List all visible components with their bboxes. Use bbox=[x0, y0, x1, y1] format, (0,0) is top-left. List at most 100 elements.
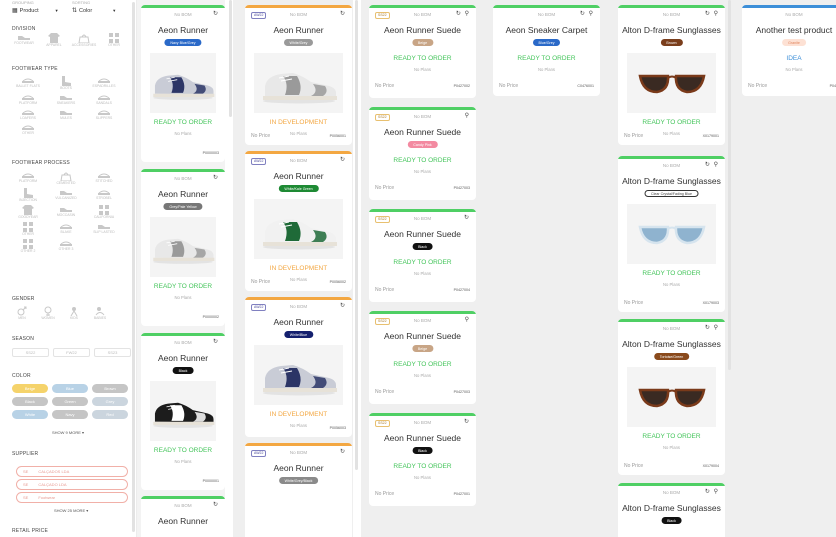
color-chip-white[interactable]: White bbox=[12, 410, 48, 419]
product-card[interactable]: No BOM ↻ Aeon Runner Navy Blue/Grey READY T… bbox=[141, 5, 225, 162]
kid-icon bbox=[69, 306, 79, 316]
product-card[interactable]: AW22 No BOM ↻ Aeon Runner White/Blue IN DEVE… bbox=[245, 297, 352, 437]
card-action-icons[interactable]: ↻ ⚲ bbox=[705, 324, 719, 331]
product-card[interactable]: AW22 No BOM ↻ Aeon Runner White/Grey IN DEVE… bbox=[245, 5, 352, 145]
column-scrollbar[interactable] bbox=[355, 0, 358, 470]
footwear-process-other-2[interactable]: OTHER 2 bbox=[10, 238, 46, 254]
product-card[interactable]: No BOM ↻ Aeon Runner bbox=[141, 496, 225, 537]
grouping-select[interactable]: ▦ Product ▼ bbox=[12, 7, 59, 15]
supplier-show-more[interactable]: SHOW 25 MORE ▾ bbox=[54, 508, 88, 514]
product-card[interactable]: No BOM ↻ ⚲ Alton D-frame Sunglasses Clear C… bbox=[618, 156, 725, 312]
footwear-type-slippers[interactable]: SLIPPERS bbox=[86, 108, 122, 121]
season-option-fw22[interactable]: FW22 bbox=[53, 348, 90, 357]
footwear-process-platform[interactable]: PLATFORM bbox=[10, 171, 46, 186]
footwear-type-ballet-flats[interactable]: BALLET FLATS bbox=[10, 76, 46, 91]
product-card[interactable]: No BOM ↻ ⚲ Aeon Sneaker Carpet Blue/Grey REA… bbox=[493, 5, 600, 96]
color-chip-green[interactable]: Green bbox=[52, 397, 88, 406]
column-scrollbar[interactable] bbox=[229, 0, 232, 117]
footwear-process-goodyear[interactable]: GOODYEAR bbox=[10, 204, 46, 220]
footwear-process-cemented[interactable]: CEMENTED bbox=[48, 171, 84, 186]
card-action-icons[interactable]: ↻ bbox=[464, 418, 470, 425]
supplier-option[interactable]: SE CALÇADOS LDA bbox=[16, 466, 128, 477]
product-card[interactable]: No BOM ↻ ⚲ Alton D-frame Sunglasses Tortois… bbox=[618, 319, 725, 475]
sidebar-scrollbar[interactable] bbox=[132, 2, 135, 532]
footwear-type-espadrilles[interactable]: ESPADRILLES bbox=[86, 76, 122, 91]
season-option-ss22[interactable]: SS22 bbox=[12, 348, 49, 357]
product-card[interactable]: No BOM ↻ Aeon Runner Black READY TO ORDER No… bbox=[141, 333, 225, 490]
footwear-process-blake[interactable]: BLAKE bbox=[48, 222, 84, 237]
card-action-icons[interactable]: ↻ bbox=[213, 174, 219, 181]
footwear-type-platform[interactable]: PLATFORM bbox=[10, 93, 46, 106]
footwear-process-moccasin[interactable]: MOCCASIN bbox=[48, 205, 84, 220]
card-action-icons[interactable]: ⚲ bbox=[465, 112, 470, 119]
sorting-select[interactable]: ⇅ Color ▼ bbox=[72, 7, 116, 15]
retail-price-label: RETAIL PRICE bbox=[12, 528, 49, 534]
product-card[interactable]: No BOM Another test product Granite IDEA No … bbox=[742, 5, 836, 96]
division-other[interactable]: OTHER bbox=[100, 33, 128, 48]
card-action-icons[interactable]: ↻ bbox=[340, 448, 346, 455]
footwear-type-option-label: PLATFORM bbox=[18, 100, 38, 105]
division-footwear[interactable]: FOOTWEAR bbox=[10, 33, 38, 48]
gender-women[interactable]: WOMEN bbox=[36, 306, 60, 321]
product-card[interactable]: No BOM ↻ Aeon Runner Grey/Pale Yellow READY… bbox=[141, 169, 225, 326]
footwear-process-stitched[interactable]: STITCHED bbox=[86, 171, 122, 186]
card-action-icons[interactable]: ↻ ⚲ bbox=[580, 10, 594, 17]
division-apparel[interactable]: APPAREL bbox=[40, 33, 68, 48]
product-card[interactable]: AW22 No BOM ↻ Aeon Runner White/Grey/Black bbox=[245, 443, 352, 537]
color-chip-red[interactable]: Red bbox=[92, 410, 128, 419]
product-card[interactable]: AW22 No BOM ↻ Aeon Runner White/Kale Green I… bbox=[245, 151, 352, 291]
footwear-process-other[interactable]: OTHER bbox=[10, 221, 46, 237]
product-card[interactable]: SS22 No BOM ⚲ Aeon Runner Suede Beige READY T… bbox=[369, 311, 476, 404]
product-card[interactable]: No BOM ↻ ⚲ Alton D-frame Sunglasses Brown R… bbox=[618, 5, 725, 145]
card-action-icons[interactable]: ↻ ⚲ bbox=[705, 161, 719, 168]
product-card[interactable]: SS22 No BOM ↻ Aeon Runner Suede Black READY T… bbox=[369, 209, 476, 302]
column-scrollbar[interactable] bbox=[728, 0, 731, 370]
card-action-icons[interactable]: ↻ ⚲ bbox=[456, 10, 470, 17]
color-show-more[interactable]: SHOW 9 MORE ▾ bbox=[52, 430, 84, 436]
footwear-type-boots[interactable]: BOOTS bbox=[48, 76, 84, 91]
footwear-process-strobel[interactable]: STROBEL bbox=[86, 188, 122, 203]
product-code: P0427004 bbox=[453, 288, 470, 292]
footwear-process-injection[interactable]: INJECTION bbox=[10, 187, 46, 203]
footwear-type-loafers[interactable]: LOAFERS bbox=[10, 108, 46, 121]
card-action-icons[interactable]: ⚲ bbox=[465, 316, 470, 323]
color-chip-beige[interactable]: Beige bbox=[12, 384, 48, 393]
footwear-type-other[interactable]: OTHER bbox=[10, 123, 46, 136]
card-action-icons[interactable]: ↻ bbox=[340, 302, 346, 309]
season-option-ss23[interactable]: SS23 bbox=[94, 348, 131, 357]
card-action-icons[interactable]: ↻ bbox=[213, 338, 219, 345]
footwear-process-slip-lasted[interactable]: SLIP LASTED bbox=[86, 222, 122, 237]
color-chip-black[interactable]: Black bbox=[12, 397, 48, 406]
footwear-process-vulcanized[interactable]: VULCANIZED bbox=[48, 188, 84, 203]
card-action-icons[interactable]: ↻ bbox=[213, 501, 219, 508]
footwear-type-sandals[interactable]: SANDALS bbox=[86, 93, 122, 106]
card-action-icons[interactable]: ↻ bbox=[340, 156, 346, 163]
footwear-type-sneakers[interactable]: SNEAKERS bbox=[48, 93, 84, 106]
color-chip-blue[interactable]: Blue bbox=[52, 384, 88, 393]
product-card[interactable]: No BOM ↻ ⚲ Alton D-frame Sunglasses Black bbox=[618, 483, 725, 537]
division-accessories[interactable]: ACCESSORIES bbox=[70, 33, 98, 48]
footwear-process-other-3[interactable]: OTHER 3 bbox=[48, 239, 84, 254]
price-label: No Price bbox=[624, 133, 644, 139]
status-label: READY TO ORDER bbox=[393, 361, 452, 368]
color-chip-navy[interactable]: Navy bbox=[52, 410, 88, 419]
product-card[interactable]: SS22 No BOM ↻ Aeon Runner Suede Black READY T… bbox=[369, 413, 476, 506]
gender-men[interactable]: MEN bbox=[10, 306, 34, 321]
color-chip-brown[interactable]: Brown bbox=[92, 384, 128, 393]
gender-kids[interactable]: KIDS bbox=[62, 306, 86, 321]
card-action-icons[interactable]: ↻ bbox=[340, 10, 346, 17]
product-card[interactable]: SS22 No BOM ⚲ Aeon Runner Suede Candy Pink RE… bbox=[369, 107, 476, 200]
plans-label: No Plans bbox=[414, 169, 431, 174]
gender-babies[interactable]: BABIES bbox=[88, 306, 112, 321]
shoe-icon bbox=[17, 33, 31, 41]
supplier-option[interactable]: SE Footwear bbox=[16, 492, 128, 503]
supplier-option[interactable]: SE CALÇADO LDA bbox=[16, 479, 128, 490]
product-card[interactable]: SS22 No BOM ↻ ⚲ Aeon Runner Suede Beige READY… bbox=[369, 5, 476, 98]
footwear-process-california[interactable]: CALIFORNIA bbox=[86, 204, 122, 220]
card-action-icons[interactable]: ↻ bbox=[213, 10, 219, 17]
footwear-type-mules[interactable]: MULES bbox=[48, 108, 84, 121]
card-action-icons[interactable]: ↻ ⚲ bbox=[705, 10, 719, 17]
card-action-icons[interactable]: ↻ ⚲ bbox=[705, 488, 719, 495]
color-chip-grey[interactable]: Grey bbox=[92, 397, 128, 406]
card-action-icons[interactable]: ↻ bbox=[464, 214, 470, 221]
